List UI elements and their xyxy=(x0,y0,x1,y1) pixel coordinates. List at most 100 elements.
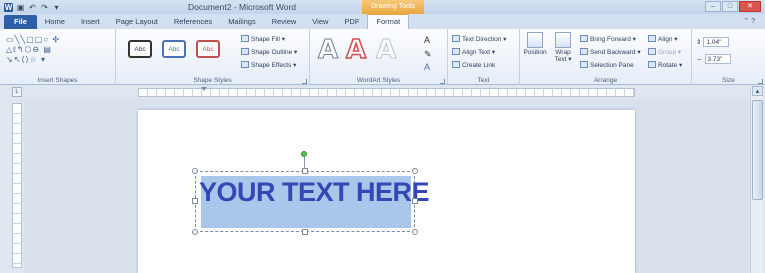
ribbon-tabs: File Home Insert Page Layout References … xyxy=(0,13,765,29)
position-button[interactable]: Position xyxy=(522,32,548,56)
rotate-label: Rotate ▾ xyxy=(658,62,683,69)
resize-handle-bottom[interactable] xyxy=(302,229,308,235)
shape-styles-dialog-launcher[interactable] xyxy=(302,79,307,84)
window-controls: – □ ✕ xyxy=(705,1,761,12)
drawing-tools-context-label: Drawing Tools xyxy=(362,0,424,14)
shapes-row-3[interactable]: ↘↖⟨⟩☆ ▾ xyxy=(6,55,94,65)
wordart-dialog-launcher[interactable] xyxy=(440,79,445,84)
resize-handle-bottom-right[interactable] xyxy=(412,229,418,235)
group-button[interactable]: Group ▾ xyxy=(648,48,681,56)
wordart-text[interactable]: YOUR TEXT HERE xyxy=(199,175,430,209)
shape-effects-button[interactable]: Shape Effects ▾ xyxy=(241,61,296,69)
word-app-icon[interactable]: W xyxy=(4,2,13,12)
align-button[interactable]: Align ▾ xyxy=(648,35,678,43)
minimize-button[interactable]: – xyxy=(705,1,721,12)
arrange-group: Position Wrap Text ▾ Bring Forward ▾ Sen… xyxy=(520,29,692,85)
tab-pdf[interactable]: PDF xyxy=(336,15,367,29)
scroll-thumb[interactable] xyxy=(752,100,763,200)
help-icon[interactable]: ⌃ ? xyxy=(743,17,755,25)
selection-pane-button[interactable]: Selection Pane xyxy=(580,61,634,69)
wrap-text-button[interactable]: Wrap Text ▾ xyxy=(550,32,576,63)
wordart-styles-group: A A A A ✎ A WordArt Styles xyxy=(310,29,448,85)
shapes-row-1[interactable]: ▭╲╲▢▢○ ✣ xyxy=(6,35,94,45)
text-direction-icon xyxy=(452,35,460,42)
align-label: Align ▾ xyxy=(658,36,678,43)
customize-qat-icon[interactable]: ▾ xyxy=(52,3,61,12)
resize-handle-top-left[interactable] xyxy=(192,168,198,174)
tab-mailings[interactable]: Mailings xyxy=(220,15,264,29)
rotate-handle[interactable] xyxy=(301,151,307,157)
rotate-icon xyxy=(648,61,656,68)
title-bar: W ▣ ↶ ↷ ▾ Document2 - Microsoft Word Dra… xyxy=(0,0,765,14)
close-button[interactable]: ✕ xyxy=(739,1,761,12)
link-icon xyxy=(452,61,460,68)
text-outline-icon[interactable]: ✎ xyxy=(424,49,432,60)
send-backward-icon xyxy=(580,48,588,55)
text-effects-icon[interactable]: A xyxy=(424,62,430,72)
send-backward-button[interactable]: Send Backward ▾ xyxy=(580,48,641,56)
shape-style-1[interactable]: Abc xyxy=(128,40,152,58)
resize-handle-top[interactable] xyxy=(302,168,308,174)
size-label: Size xyxy=(722,77,735,84)
bring-forward-icon xyxy=(580,35,588,42)
width-icon: ⇔ xyxy=(696,56,703,63)
ruler-toggle-icon[interactable]: L xyxy=(12,87,22,97)
insert-shapes-group: ▭╲╲▢▢○ ✣ △ℓ↰⬡⊖ ▤ ↘↖⟨⟩☆ ▾ Insert Shapes xyxy=(0,29,116,85)
shape-width-input[interactable]: 3.73" xyxy=(704,54,731,64)
text-direction-button[interactable]: Text Direction ▾ xyxy=(452,35,506,43)
arrange-label: Arrange xyxy=(593,77,618,84)
effects-icon xyxy=(241,61,249,68)
maximize-button[interactable]: □ xyxy=(722,1,738,12)
shape-effects-label: Shape Effects ▾ xyxy=(251,62,297,69)
shape-outline-button[interactable]: Shape Outline ▾ xyxy=(241,48,297,56)
tab-page-layout[interactable]: Page Layout xyxy=(108,15,166,29)
wrap-text-label: Wrap Text ▾ xyxy=(554,49,572,63)
save-icon[interactable]: ▣ xyxy=(16,3,25,12)
align-text-button[interactable]: Align Text ▾ xyxy=(452,48,495,56)
align-text-icon xyxy=(452,48,460,55)
create-link-label: Create Link xyxy=(462,62,496,69)
vertical-scrollbar[interactable]: ▲ xyxy=(750,86,763,273)
resize-handle-left[interactable] xyxy=(192,198,198,204)
tab-review[interactable]: Review xyxy=(264,15,305,29)
shape-height-input[interactable]: 1.04" xyxy=(703,37,730,47)
shape-style-3[interactable]: Abc xyxy=(196,40,220,58)
wordart-styles-label: WordArt Styles xyxy=(356,77,401,84)
resize-handle-bottom-left[interactable] xyxy=(192,229,198,235)
bring-forward-button[interactable]: Bring Forward ▾ xyxy=(580,35,636,43)
indent-marker[interactable] xyxy=(201,87,207,91)
shape-fill-label: Shape Fill ▾ xyxy=(251,36,285,43)
shapes-row-2[interactable]: △ℓ↰⬡⊖ ▤ xyxy=(6,45,94,55)
wordart-style-outline[interactable]: A xyxy=(317,35,338,66)
bring-forward-label: Bring Forward ▾ xyxy=(590,36,636,43)
undo-icon[interactable]: ↶ xyxy=(28,3,37,12)
vertical-ruler[interactable] xyxy=(12,103,22,268)
rotate-button[interactable]: Rotate ▾ xyxy=(648,61,682,69)
horizontal-ruler[interactable] xyxy=(138,88,635,97)
tab-format[interactable]: Format xyxy=(367,13,410,29)
scroll-up-button[interactable]: ▲ xyxy=(752,86,763,96)
create-link-button[interactable]: Create Link xyxy=(452,61,495,69)
shape-height-field[interactable]: ⇕ 1.04" xyxy=(696,37,730,47)
tab-home[interactable]: Home xyxy=(37,15,73,29)
position-icon xyxy=(527,32,543,48)
shape-style-2[interactable]: Abc xyxy=(162,40,186,58)
size-dialog-launcher[interactable] xyxy=(758,79,763,84)
shapes-gallery[interactable]: ▭╲╲▢▢○ ✣ △ℓ↰⬡⊖ ▤ ↘↖⟨⟩☆ ▾ xyxy=(6,35,94,65)
ribbon: ▭╲╲▢▢○ ✣ △ℓ↰⬡⊖ ▤ ↘↖⟨⟩☆ ▾ Insert Shapes A… xyxy=(0,29,765,85)
group-label: Group ▾ xyxy=(658,49,682,56)
height-icon: ⇕ xyxy=(696,39,702,46)
wordart-style-red[interactable]: A xyxy=(345,34,367,66)
shape-width-field[interactable]: ⇔ 3.73" xyxy=(696,54,731,64)
resize-handle-top-right[interactable] xyxy=(412,168,418,174)
tab-references[interactable]: References xyxy=(166,15,220,29)
tab-view[interactable]: View xyxy=(304,15,336,29)
pen-icon xyxy=(241,48,249,55)
shape-fill-button[interactable]: Shape Fill ▾ xyxy=(241,35,285,43)
redo-icon[interactable]: ↷ xyxy=(40,3,49,12)
text-fill-icon[interactable]: A xyxy=(424,35,430,45)
tab-insert[interactable]: Insert xyxy=(73,15,108,29)
tab-file[interactable]: File xyxy=(4,15,37,29)
resize-handle-right[interactable] xyxy=(412,198,418,204)
wordart-style-light[interactable]: A xyxy=(375,35,396,66)
